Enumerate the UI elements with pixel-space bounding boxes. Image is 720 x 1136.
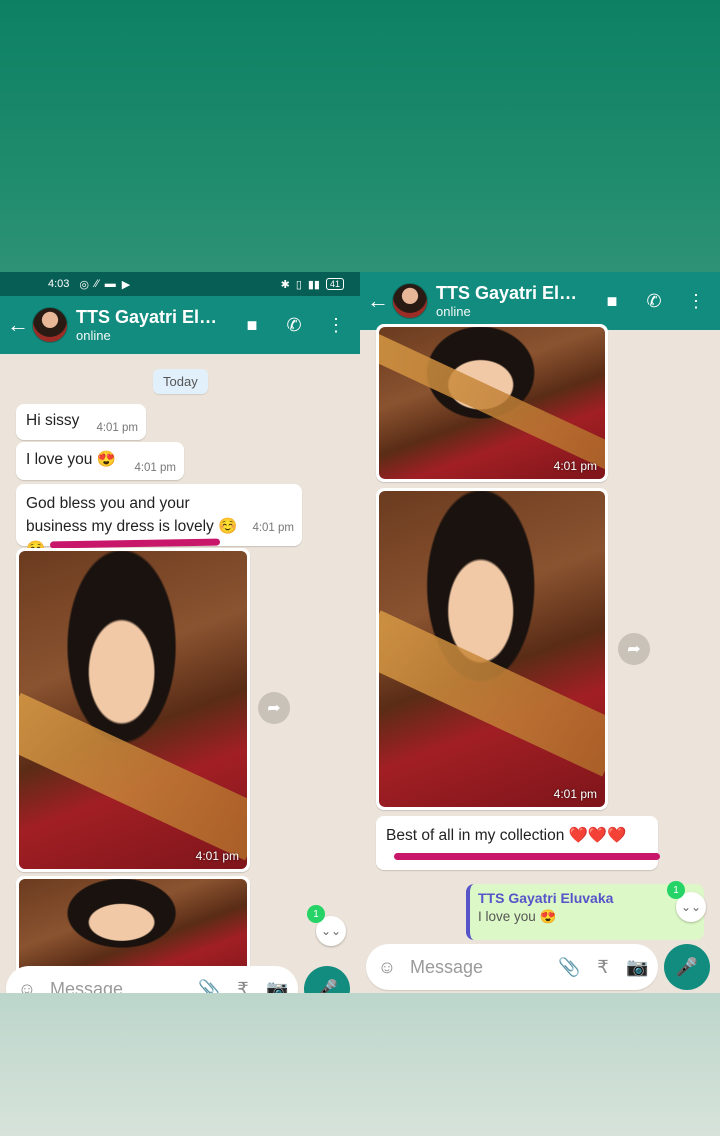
back-arrow-icon[interactable]: ←	[366, 288, 390, 314]
message-bubble[interactable]: I love you 😍 4:01 pm	[16, 442, 184, 480]
message-icon: ▬	[104, 277, 116, 290]
avatar[interactable]	[392, 283, 428, 319]
attach-icon[interactable]: 📎	[198, 979, 220, 994]
message-input-box[interactable]: ☺ Message 📎 ₹ 📷	[6, 966, 298, 993]
message-time: 4:01 pm	[96, 422, 138, 434]
camera-icon[interactable]: 📷	[626, 957, 648, 978]
forward-icon[interactable]: ➦	[258, 692, 290, 724]
emoji-icon[interactable]: ☺	[376, 957, 398, 978]
vibrate-icon: ▯	[295, 278, 302, 291]
photo-time: 4:01 pm	[553, 459, 597, 473]
reply-text: I love you 😍	[478, 909, 557, 924]
message-bubble[interactable]: Best of all in my collection ❤️❤️❤️	[376, 816, 658, 870]
date-chip: Today	[153, 369, 208, 394]
message-input-box[interactable]: ☺ Message 📎 ₹ 📷	[366, 944, 658, 990]
voice-call-icon[interactable]: ✆	[644, 291, 664, 312]
n-icon: ⁄⁄	[95, 277, 99, 290]
message-input[interactable]: Message	[50, 979, 186, 994]
chat-area: 4:01 pm 4:01 pm ➦ Best of all in my coll…	[360, 324, 720, 993]
contact-status: online	[436, 304, 471, 319]
message-time: 4:01 pm	[134, 462, 176, 474]
message-text: Hi sissy	[26, 412, 80, 429]
video-call-icon[interactable]: ■	[602, 291, 622, 312]
contact-name: TTS Gayatri Eluv...	[436, 283, 586, 303]
photo-time: 4:01 pm	[195, 849, 239, 863]
status-icons: ◎ ⁄⁄ ▬ ▶	[79, 278, 130, 291]
instagram-icon: ◎	[79, 278, 90, 291]
payment-icon[interactable]: ₹	[592, 957, 614, 978]
composer: ☺ Message 📎 ₹ 📷 🎤	[366, 944, 716, 990]
mic-button[interactable]: 🎤	[304, 966, 350, 993]
composer: ☺ Message 📎 ₹ 📷 🎤	[6, 966, 356, 993]
contact-status: online	[76, 328, 111, 343]
chat-screenshot-right: ← TTS Gayatri Eluv... online ■ ✆ ⋮ 4:01 …	[360, 272, 720, 993]
photo-image: 4:01 pm	[379, 327, 605, 479]
battery-icon: 41	[325, 278, 344, 290]
background-top	[0, 0, 720, 272]
camera-icon[interactable]: 📷	[266, 979, 288, 994]
message-bubble[interactable]: Hi sissy 4:01 pm	[16, 404, 146, 440]
message-bubble[interactable]: God bless you and your business my dress…	[16, 484, 302, 558]
more-options-icon[interactable]: ⋮	[326, 315, 346, 336]
bluetooth-icon: ✱	[280, 278, 290, 291]
mic-button[interactable]: 🎤	[664, 944, 710, 990]
message-input[interactable]: Message	[410, 957, 546, 978]
attach-icon[interactable]: 📎	[558, 957, 580, 978]
chat-area: Today Hi sissy 4:01 pm I love you 😍 4:01…	[0, 354, 360, 993]
back-arrow-icon[interactable]: ←	[6, 312, 30, 338]
chat-header: ← TTS Gayatri Eluv... online ■ ✆ ⋮	[0, 296, 360, 354]
video-call-icon[interactable]: ■	[242, 315, 262, 336]
voice-call-icon[interactable]: ✆	[284, 315, 304, 336]
photo-time: 4:01 pm	[553, 787, 597, 801]
status-bar: 4:03 ◎ ⁄⁄ ▬ ▶ ✱ ▯ ▮▮ 41	[0, 272, 360, 296]
photo-image: 4:01 pm	[379, 491, 605, 807]
highlight-underline	[394, 853, 660, 860]
emoji-icon[interactable]: ☺	[16, 979, 38, 994]
contact-name: TTS Gayatri Eluv...	[76, 307, 226, 327]
unread-badge: 1	[667, 881, 685, 899]
background-bottom	[0, 993, 720, 1136]
photo-image: 4:01 pm	[19, 551, 247, 869]
reply-name: TTS Gayatri Eluvaka	[478, 890, 614, 906]
message-time: 4:01 pm	[252, 522, 294, 534]
more-options-icon[interactable]: ⋮	[686, 291, 706, 312]
forward-icon[interactable]: ➦	[618, 633, 650, 665]
signal-icon: ▮▮	[307, 278, 320, 291]
chat-screenshot-left: 4:03 ◎ ⁄⁄ ▬ ▶ ✱ ▯ ▮▮ 41 ← TTS Gayatri El…	[0, 272, 360, 993]
unread-badge: 1	[307, 905, 325, 923]
contact-info[interactable]: TTS Gayatri Eluv... online	[76, 307, 242, 343]
play-icon: ▶	[121, 278, 131, 291]
photo-message[interactable]: 4:01 pm	[376, 488, 608, 810]
payment-icon[interactable]: ₹	[232, 979, 254, 994]
status-right: ✱ ▯ ▮▮ 41	[281, 278, 344, 291]
chat-header: ← TTS Gayatri Eluv... online ■ ✆ ⋮	[360, 272, 720, 330]
status-time: 4:03	[48, 278, 70, 290]
avatar[interactable]	[32, 307, 68, 343]
contact-info[interactable]: TTS Gayatri Eluv... online	[436, 283, 602, 319]
photo-message[interactable]: 4:01 pm	[16, 548, 250, 872]
message-text: I love you 😍	[26, 451, 116, 468]
message-text: Best of all in my collection ❤️❤️❤️	[386, 827, 627, 844]
photo-message[interactable]: 4:01 pm	[376, 324, 608, 482]
